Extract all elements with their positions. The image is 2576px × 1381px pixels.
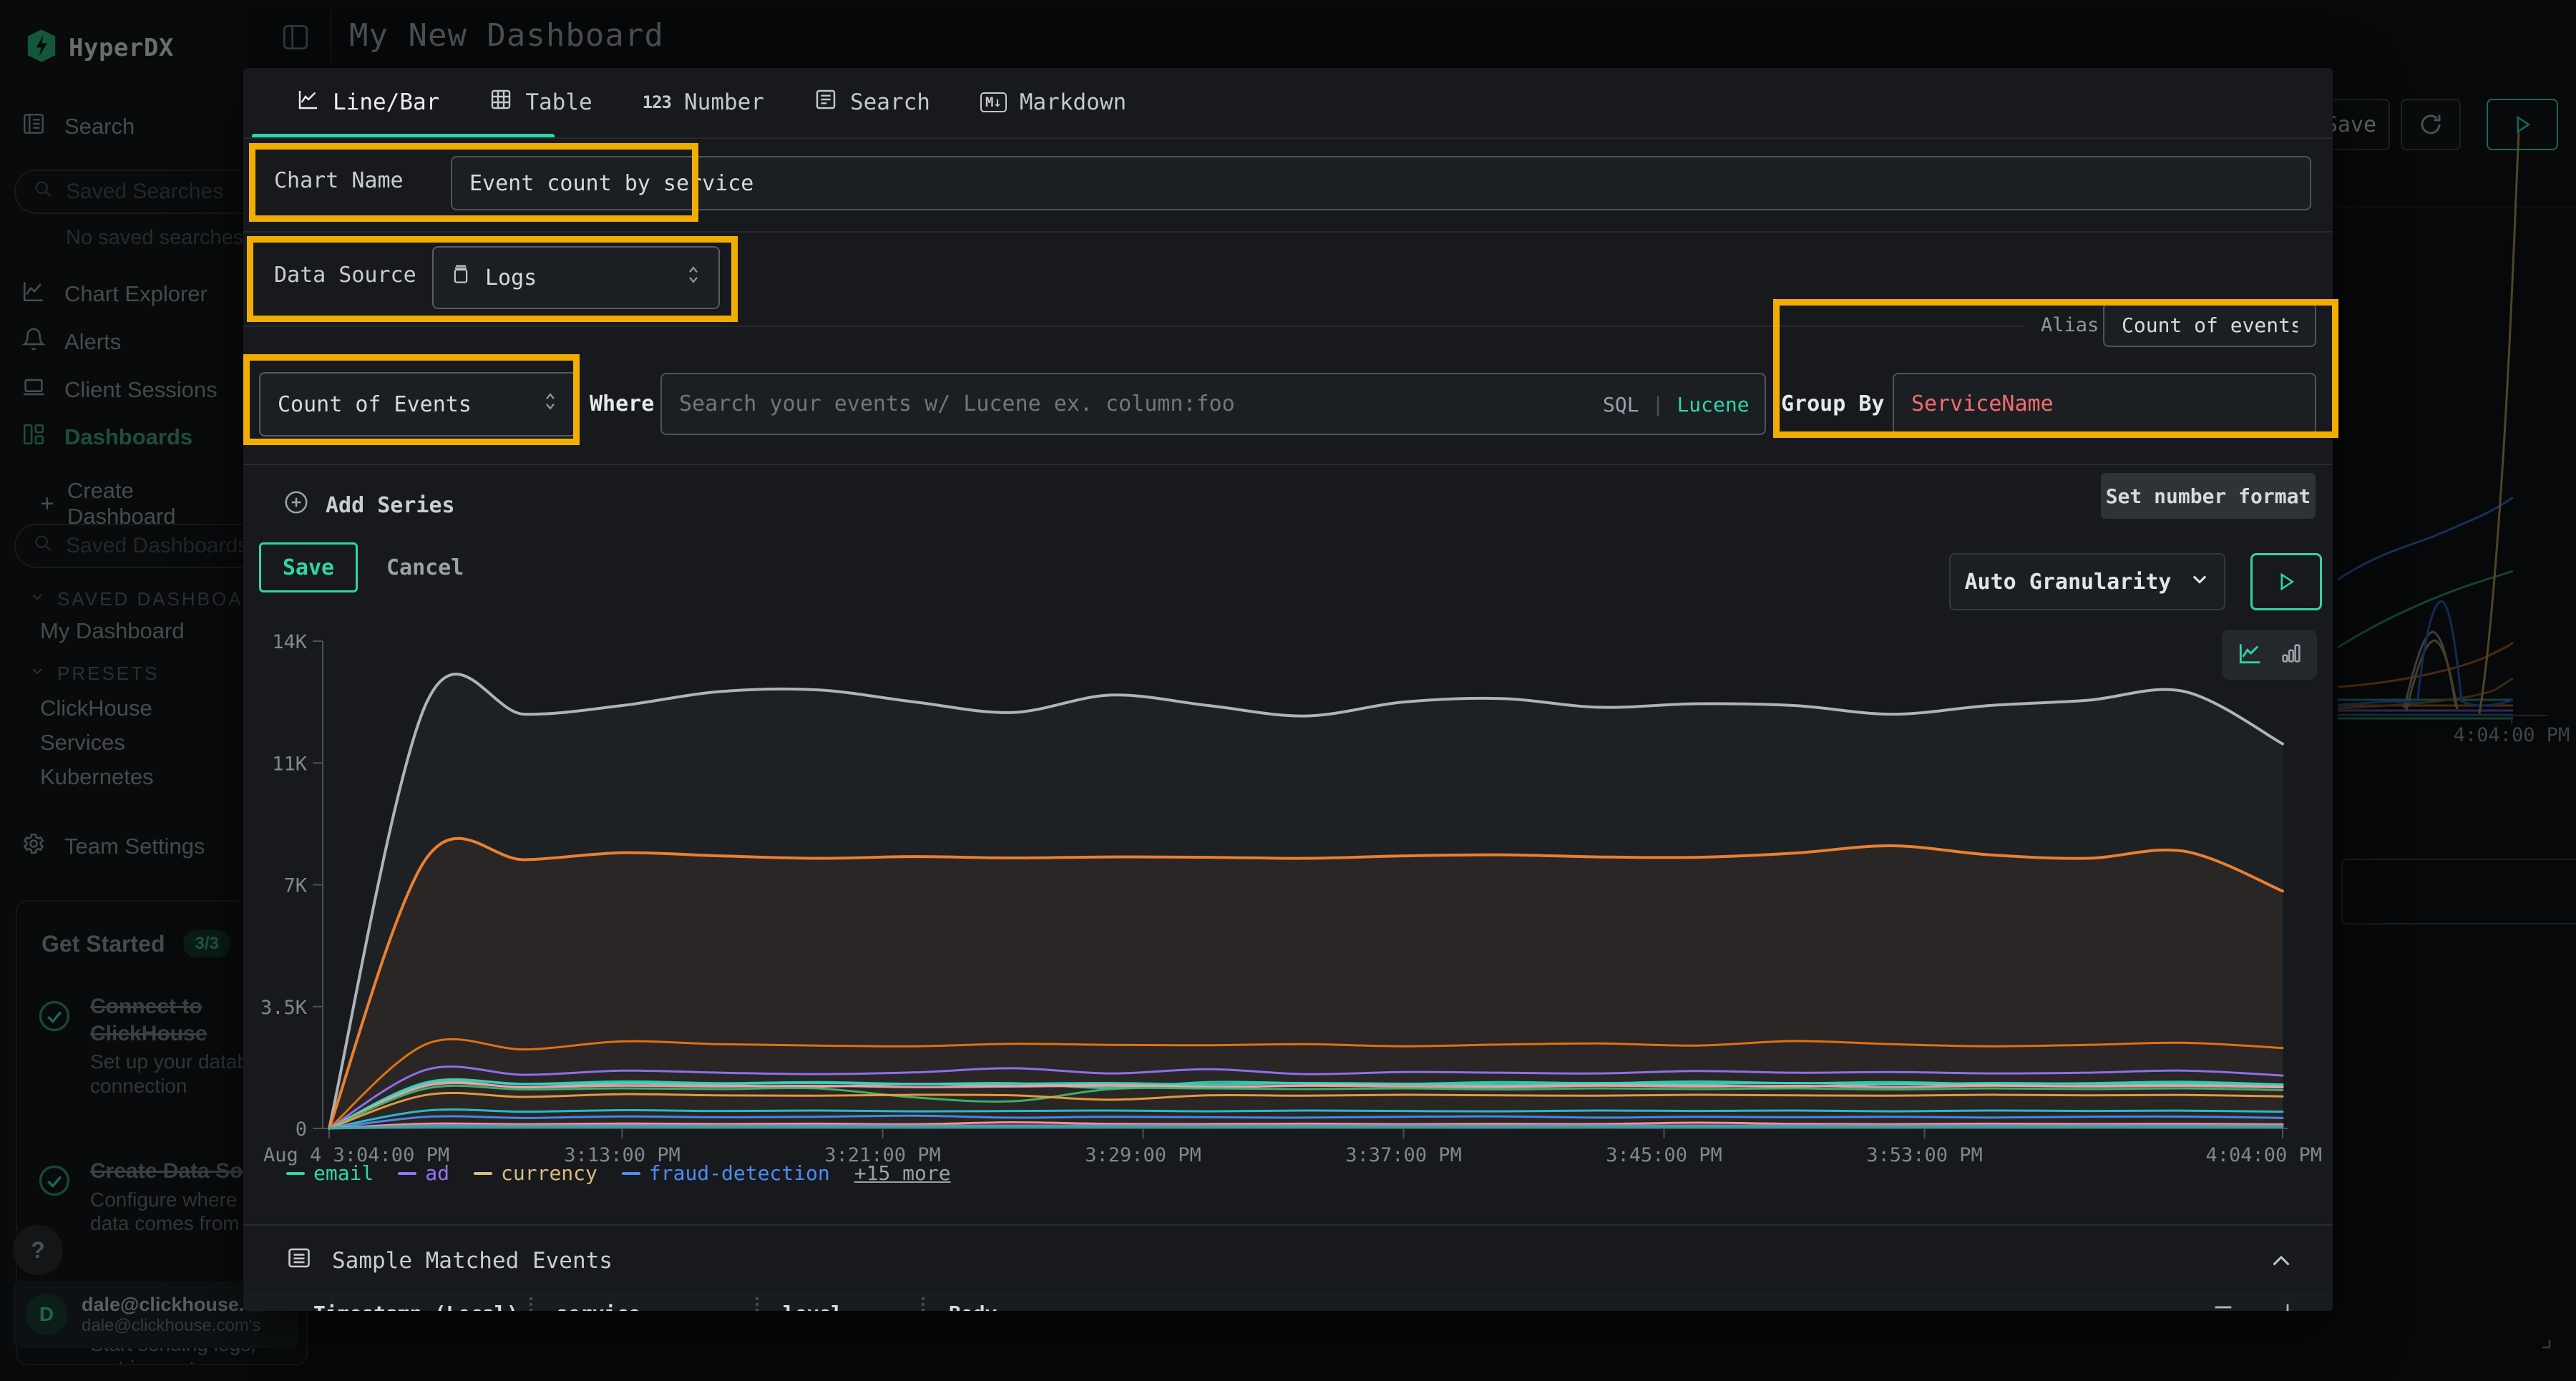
legend-color-dash [286, 1172, 305, 1175]
tab-label: Table [525, 89, 592, 115]
number-123-icon: 123 [643, 92, 671, 112]
chevron-up-icon[interactable] [2268, 1249, 2294, 1277]
legend-item[interactable]: email [286, 1161, 374, 1185]
chevron-up-down-icon [542, 391, 558, 418]
main-chart: 03.5K7K11K14KAug 4 3:04:00 PM3:13:00 PM3… [243, 626, 2333, 1170]
query-language-toggle: SQL | Lucene [1603, 393, 1750, 416]
svg-text:7K: 7K [283, 875, 307, 897]
add-series-button[interactable]: Add Series [283, 489, 455, 522]
tab-label: Search [850, 89, 930, 115]
markdown-icon: M↓ [980, 92, 1007, 112]
alias-label: Alias [2041, 314, 2099, 336]
aggregation-select[interactable]: Count of Events [259, 372, 577, 436]
column-header-service[interactable]: service [556, 1302, 640, 1311]
legend-item[interactable]: ad [398, 1161, 449, 1185]
chart-type-tabs: Line/Bar Table 123 Number Search M↓ Mark… [297, 88, 1126, 117]
tab-line-bar[interactable]: Line/Bar [297, 88, 439, 117]
list-icon [286, 1245, 312, 1277]
granularity-select[interactable]: Auto Granularity [1949, 553, 2225, 610]
svg-text:3:37:00 PM: 3:37:00 PM [1345, 1144, 1462, 1166]
legend-label: ad [425, 1161, 449, 1185]
line-chart-icon [297, 88, 320, 117]
chart-display-toggle [2222, 630, 2317, 680]
tab-label: Line/Bar [333, 89, 439, 115]
tab-search[interactable]: Search [814, 88, 930, 117]
data-source-select[interactable]: Logs [432, 246, 720, 309]
chart-legend: email ad currency fraud-detection +15 more [286, 1161, 951, 1185]
chevron-down-icon [2190, 569, 2210, 595]
where-input[interactable] [660, 373, 1766, 435]
lucene-toggle[interactable]: Lucene [1677, 393, 1749, 416]
svg-text:3:53:00 PM: 3:53:00 PM [1866, 1144, 1983, 1166]
tab-markdown[interactable]: M↓ Markdown [980, 89, 1126, 115]
svg-text:4:04:00 PM: 4:04:00 PM [2205, 1144, 2322, 1166]
column-header-timestamp[interactable]: Timestamp (Local) [313, 1302, 519, 1311]
chart-editor-modal: Line/Bar Table 123 Number Search M↓ Mark… [243, 68, 2333, 1311]
svg-text:0: 0 [296, 1118, 307, 1141]
alias-input[interactable] [2103, 303, 2316, 347]
column-header-level[interactable]: level [783, 1302, 843, 1311]
data-source-value: Logs [485, 265, 537, 291]
separator: | [1652, 393, 1664, 416]
add-series-label: Add Series [326, 493, 455, 518]
plus-circle-icon [283, 489, 310, 522]
wrap-lines-icon[interactable] [2211, 1300, 2235, 1311]
document-lines-icon [814, 88, 837, 117]
run-query-button[interactable] [2250, 553, 2322, 610]
tab-label: Number [684, 89, 764, 115]
sample-matched-events-header[interactable]: Sample Matched Events [286, 1245, 613, 1277]
database-icon [451, 264, 471, 291]
column-resizer[interactable] [530, 1297, 532, 1311]
svg-text:3.5K: 3.5K [260, 997, 308, 1019]
cancel-button[interactable]: Cancel [386, 542, 464, 592]
legend-label: fraud-detection [649, 1161, 830, 1185]
legend-color-dash [622, 1172, 640, 1175]
save-button[interactable]: Save [259, 542, 358, 592]
legend-label: currency [501, 1161, 597, 1185]
download-icon[interactable] [2275, 1300, 2300, 1311]
granularity-value: Auto Granularity [1965, 570, 2172, 595]
group-by-input[interactable] [1893, 373, 2316, 435]
svg-text:3:29:00 PM: 3:29:00 PM [1085, 1144, 1201, 1166]
events-table-header: Timestamp (Local) service level Body [243, 1293, 2333, 1311]
chevron-up-down-icon [686, 264, 701, 291]
tab-label: Markdown [1020, 89, 1126, 115]
line-chart-icon[interactable] [2236, 640, 2263, 670]
legend-item[interactable]: currency [474, 1161, 597, 1185]
group-by-label: Group By [1781, 391, 1885, 416]
sample-events-title: Sample Matched Events [332, 1248, 613, 1274]
chart-name-input[interactable] [451, 156, 2311, 210]
table-icon [489, 88, 512, 117]
legend-label: email [313, 1161, 374, 1185]
svg-text:3:45:00 PM: 3:45:00 PM [1606, 1144, 1722, 1166]
tab-table[interactable]: Table [489, 88, 592, 117]
chart-name-label: Chart Name [274, 168, 404, 193]
legend-more-link[interactable]: +15 more [854, 1161, 951, 1185]
tab-number[interactable]: 123 Number [643, 89, 764, 115]
svg-text:14K: 14K [272, 631, 308, 653]
svg-text:11K: 11K [272, 753, 308, 775]
column-header-body[interactable]: Body [949, 1302, 997, 1311]
legend-color-dash [398, 1172, 416, 1175]
column-resizer[interactable] [756, 1297, 758, 1311]
app-root: HyperDX Search Saved Searches No saved s… [0, 0, 2576, 1381]
sql-toggle[interactable]: SQL [1603, 393, 1639, 416]
legend-item[interactable]: fraud-detection [622, 1161, 830, 1185]
column-resizer[interactable] [922, 1297, 924, 1311]
where-label: Where [590, 391, 654, 416]
set-number-format-button[interactable]: Set number format [2101, 473, 2316, 519]
data-source-label: Data Source [274, 263, 416, 288]
legend-color-dash [474, 1172, 492, 1175]
bar-chart-icon[interactable] [2279, 641, 2303, 668]
aggregation-value: Count of Events [278, 392, 472, 417]
